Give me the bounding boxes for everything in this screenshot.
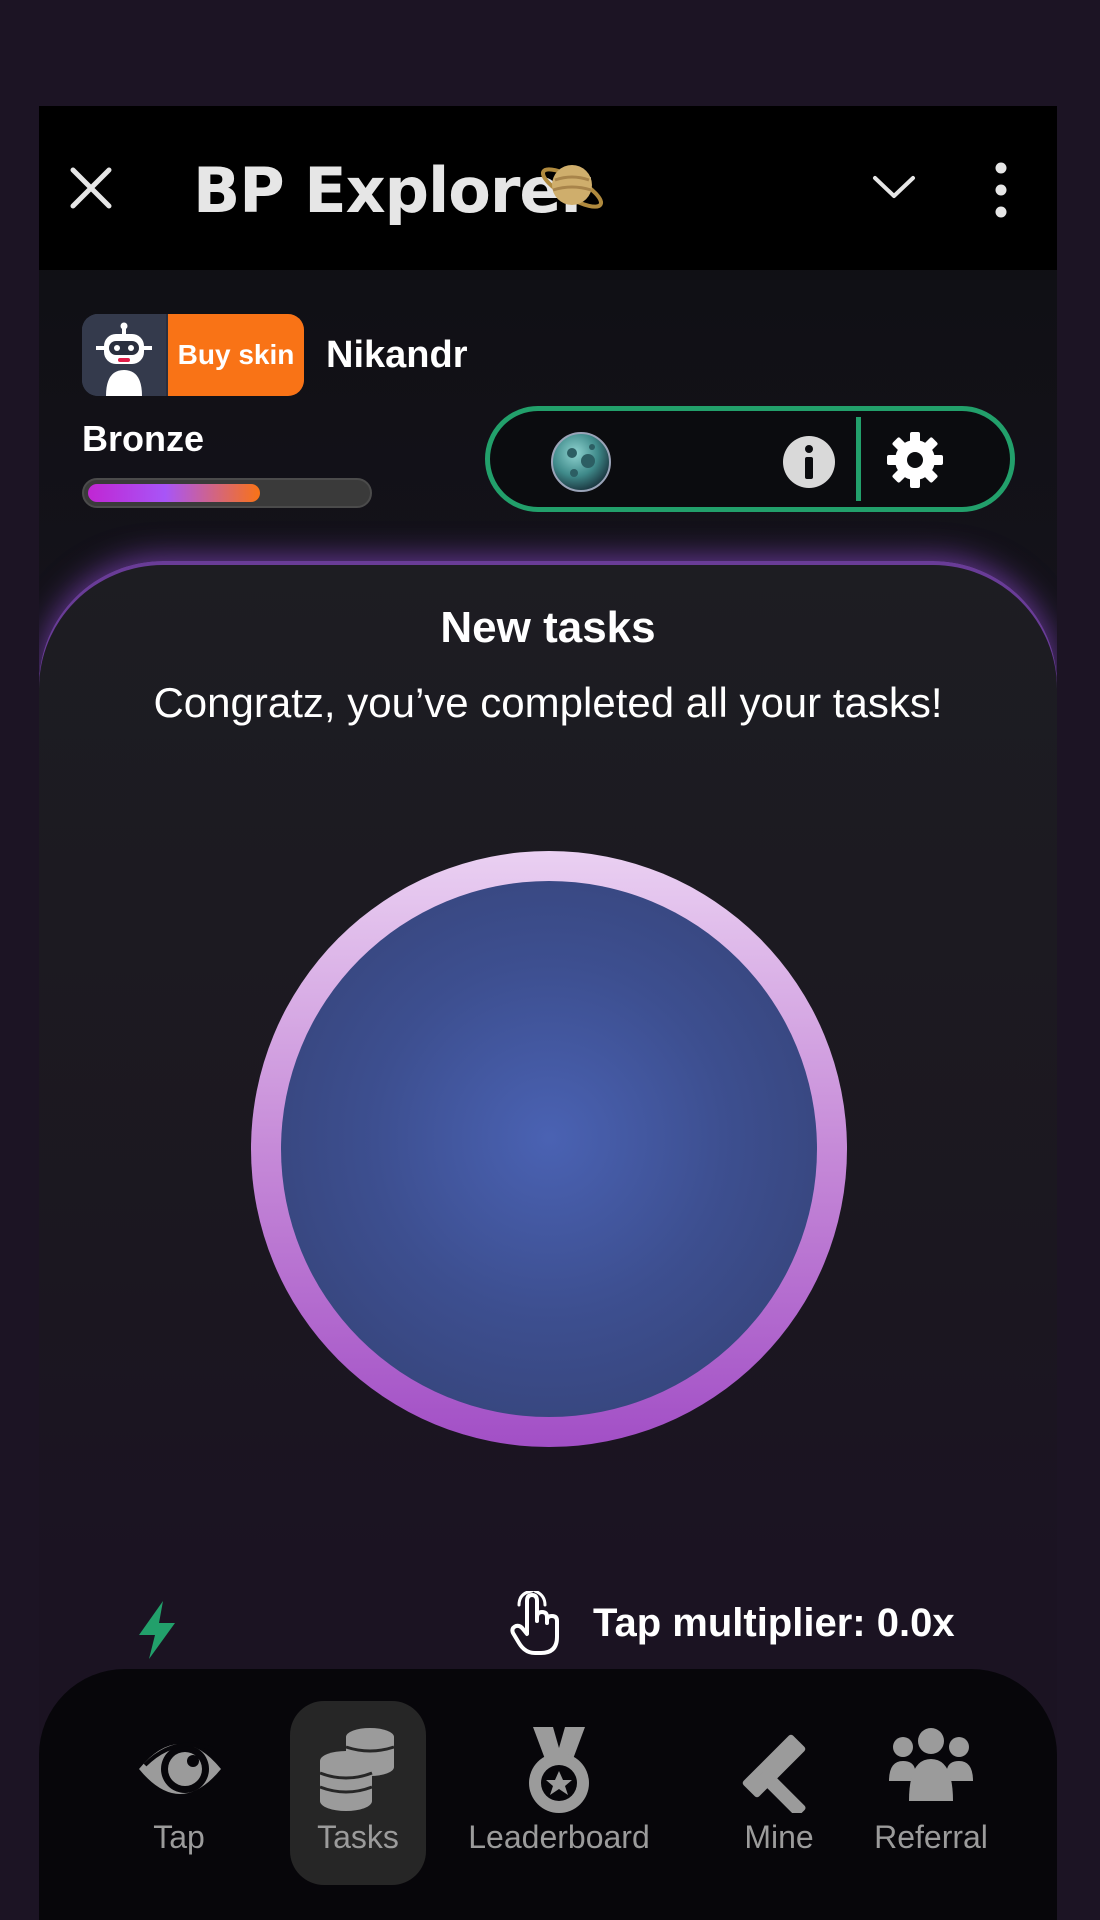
rank-progress-bar <box>82 478 372 508</box>
nav-item-leaderboard[interactable]: Leaderboard <box>459 1669 659 1920</box>
rank-label: Bronze <box>82 418 205 459</box>
lightning-icon <box>139 1601 175 1659</box>
nav-item-mine[interactable]: Mine <box>719 1669 839 1920</box>
medal-icon <box>529 1727 589 1813</box>
close-icon[interactable] <box>69 166 113 210</box>
users-icon <box>889 1728 973 1801</box>
eye-icon <box>139 1742 221 1794</box>
nav-item-tap[interactable]: Tap <box>119 1669 239 1920</box>
nav-label-leaderboard: Leaderboard <box>468 1819 650 1855</box>
actions-pill <box>485 406 1015 512</box>
moon-icon[interactable] <box>550 431 612 493</box>
nav-item-referral[interactable]: Referral <box>861 1669 1001 1920</box>
info-icon[interactable] <box>782 435 836 489</box>
buy-skin-button[interactable]: Buy skin <box>168 314 304 396</box>
gear-icon[interactable] <box>886 431 944 489</box>
tap-orb-core[interactable] <box>281 881 817 1417</box>
nav-label-referral: Referral <box>874 1819 988 1855</box>
more-options-icon[interactable] <box>989 162 1013 218</box>
tap-multiplier: Tap multiplier: 0.0x <box>593 1601 955 1645</box>
robot-avatar <box>82 314 166 396</box>
nav-label-tasks: Tasks <box>317 1819 399 1855</box>
tap-hand-icon <box>510 1591 559 1655</box>
username: Nikandr <box>326 334 468 376</box>
nav-item-tasks[interactable]: Tasks <box>290 1669 426 1920</box>
pill-divider <box>856 417 861 501</box>
tap-orb[interactable] <box>251 851 847 1447</box>
saturn-icon <box>540 165 604 209</box>
app-title: BP Explorer <box>193 154 591 227</box>
nav-label-mine: Mine <box>744 1819 814 1855</box>
avatar-skin-group[interactable]: Buy skin <box>82 314 304 396</box>
chevron-down-icon[interactable] <box>871 172 917 202</box>
nav-label-tap: Tap <box>153 1819 205 1855</box>
hammer-icon <box>742 1734 806 1813</box>
rank-progress-fill <box>88 484 260 502</box>
bottom-nav: Tap Tasks Leaderboard Mine Referral <box>39 1669 1057 1920</box>
tasks-message: Congratz, you’ve completed all your task… <box>153 679 943 726</box>
tasks-title: New tasks <box>440 603 656 652</box>
app-frame: BP Explorer Buy skin Nikandr Bronze New … <box>39 106 1057 1920</box>
coins-icon <box>319 1728 395 1811</box>
title-bar: BP Explorer <box>39 106 1057 270</box>
